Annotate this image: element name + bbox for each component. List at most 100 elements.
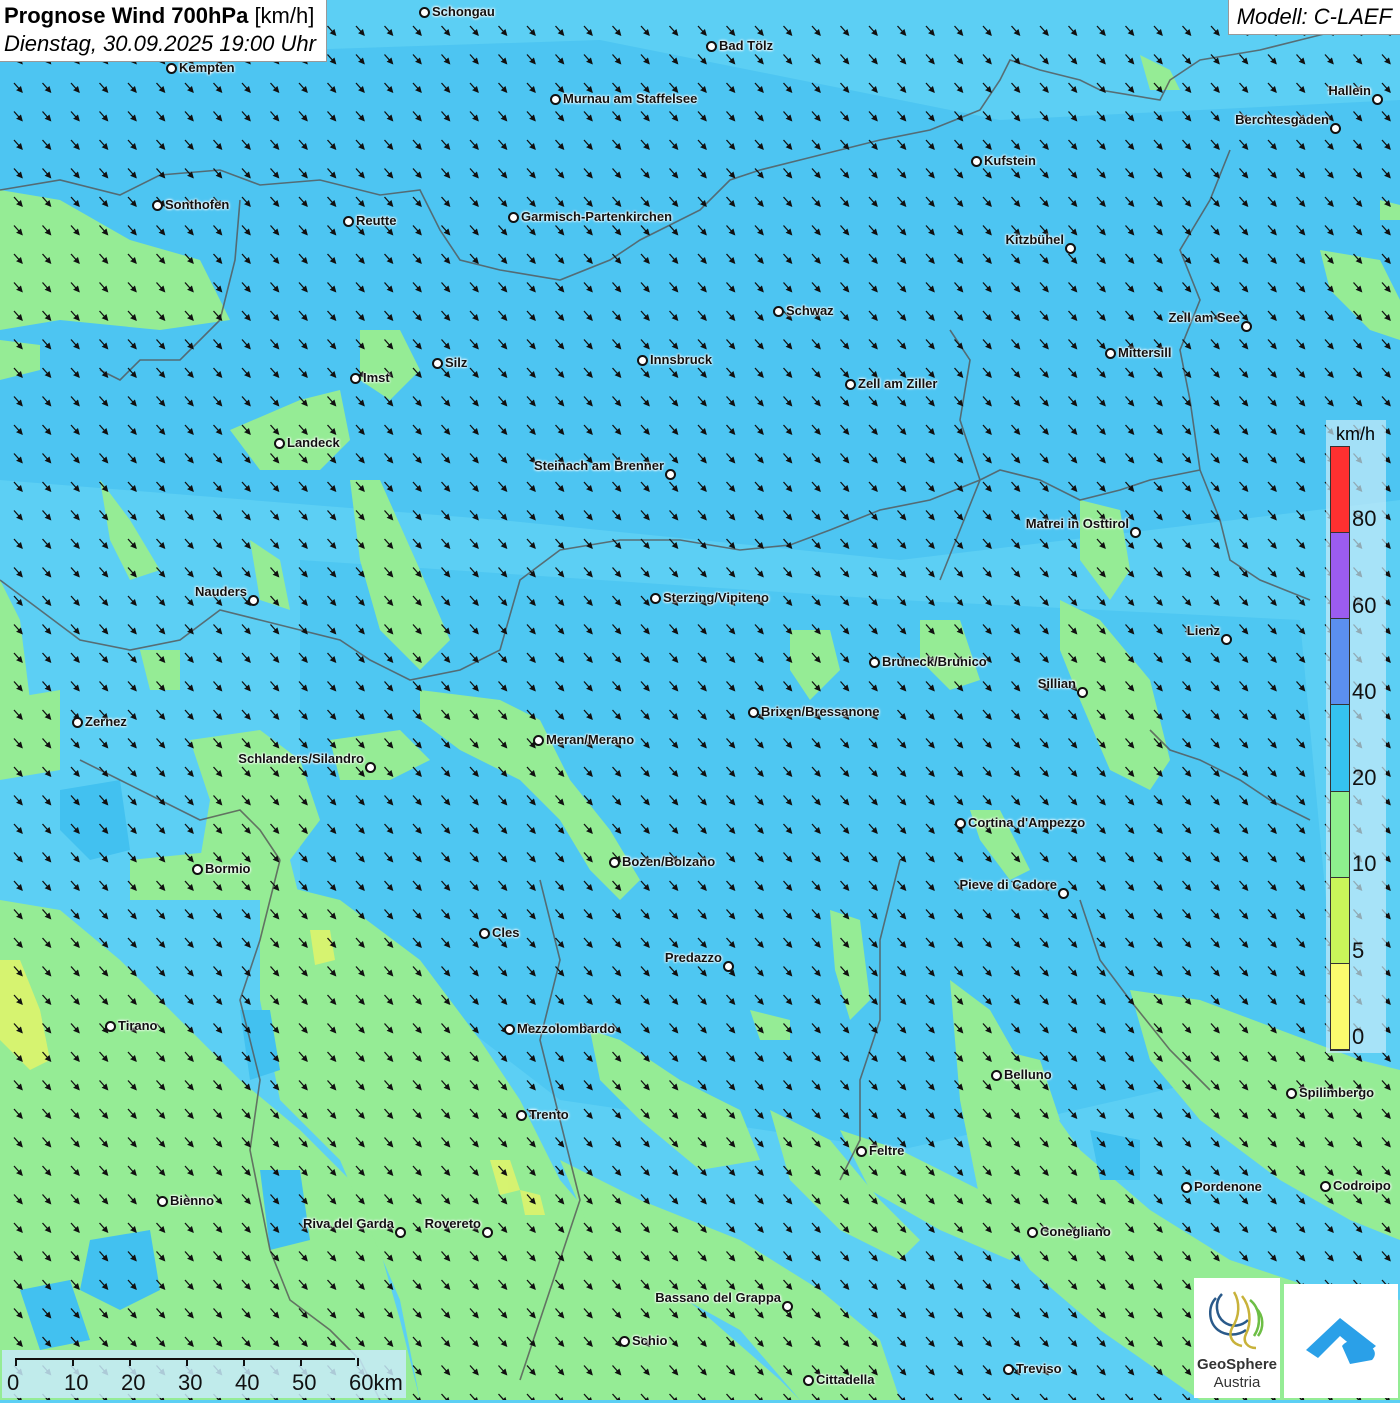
city-marker[interactable]: [855, 1145, 867, 1157]
city-marker[interactable]: [1076, 686, 1088, 698]
legend-label: 20: [1352, 765, 1377, 790]
city-label: Mezzolombardo: [517, 1021, 616, 1036]
title-box: Prognose Wind 700hPa [km/h] Dienstag, 30…: [0, 0, 327, 62]
city-label: Matrei in Osttirol: [1025, 516, 1129, 531]
city-marker[interactable]: [970, 155, 982, 167]
city-label: Imst: [363, 370, 390, 385]
city-marker[interactable]: [1057, 887, 1069, 899]
city-label: Silz: [445, 355, 468, 370]
city-marker[interactable]: [990, 1069, 1002, 1081]
city-marker[interactable]: [618, 1335, 630, 1347]
legend-swatch: [1331, 705, 1349, 792]
city-marker[interactable]: [104, 1020, 116, 1032]
city-marker[interactable]: [649, 592, 661, 604]
city-label: Hallein: [1328, 83, 1371, 98]
city-marker[interactable]: [636, 354, 648, 366]
city-label: Schlanders/Silandro: [238, 751, 364, 766]
geosphere-logo[interactable]: GeoSphere Austria: [1194, 1278, 1280, 1398]
scale-tick: [357, 1358, 359, 1366]
city-marker[interactable]: [1064, 242, 1076, 254]
city-marker[interactable]: [1319, 1180, 1331, 1192]
city-marker[interactable]: [247, 594, 259, 606]
city-marker[interactable]: [191, 863, 203, 875]
city-label: Cortina d'Ampezzo: [968, 815, 1086, 830]
city-label: Bassano del Grappa: [655, 1290, 781, 1305]
scale-label: 0: [7, 1370, 20, 1395]
city-marker[interactable]: [481, 1226, 493, 1238]
city-label: Sillian: [1037, 676, 1076, 691]
city-label: Riva del Garda: [302, 1216, 394, 1231]
city-marker[interactable]: [349, 372, 361, 384]
model-label: Modell: C-LAEF: [1227, 0, 1400, 35]
city-marker[interactable]: [664, 468, 676, 480]
scale-label: 30: [178, 1370, 203, 1395]
geosphere-country: Austria: [1213, 1374, 1261, 1391]
city-label: Pordenone: [1194, 1179, 1262, 1194]
city-marker[interactable]: [772, 305, 784, 317]
city-marker[interactable]: [868, 656, 880, 668]
city-marker[interactable]: [71, 716, 83, 728]
legend-swatch: [1331, 619, 1349, 706]
scale-tick: [15, 1358, 17, 1366]
scale-tick: [129, 1358, 131, 1366]
city-marker[interactable]: [1220, 633, 1232, 645]
city-marker[interactable]: [1104, 347, 1116, 359]
scale-label: 20: [121, 1370, 146, 1395]
city-marker[interactable]: [705, 40, 717, 52]
city-label: Innsbruck: [650, 352, 713, 367]
city-label: Zernez: [85, 714, 127, 729]
city-label: Meran/Merano: [546, 732, 635, 747]
city-marker[interactable]: [532, 734, 544, 746]
city-marker[interactable]: [1371, 93, 1383, 105]
city-marker[interactable]: [844, 378, 856, 390]
city-label: Landeck: [287, 435, 340, 450]
city-marker[interactable]: [151, 199, 163, 211]
city-label: Spilimbergo: [1299, 1085, 1375, 1100]
city-marker[interactable]: [364, 761, 376, 773]
legend-swatch: [1331, 791, 1349, 878]
city-label: Conegliano: [1040, 1224, 1111, 1239]
city-marker[interactable]: [1285, 1087, 1297, 1099]
legend-swatch: [1331, 963, 1349, 1050]
city-marker[interactable]: [722, 960, 734, 972]
city-marker[interactable]: [478, 927, 490, 939]
city-label: Schwaz: [786, 303, 834, 318]
city-label: Kempten: [179, 60, 235, 75]
city-marker[interactable]: [1240, 320, 1252, 332]
city-marker[interactable]: [1002, 1363, 1014, 1375]
city-marker[interactable]: [165, 62, 177, 74]
city-label: Garmisch-Partenkirchen: [521, 209, 673, 224]
city-label: Nauders: [194, 584, 247, 599]
city-marker[interactable]: [503, 1023, 515, 1035]
city-label: Bozen/Bolzano: [622, 854, 716, 869]
city-marker[interactable]: [394, 1226, 406, 1238]
city-marker[interactable]: [156, 1195, 168, 1207]
city-marker[interactable]: [1026, 1226, 1038, 1238]
scale-tick: [186, 1358, 188, 1366]
city-marker[interactable]: [1180, 1181, 1192, 1193]
city-marker[interactable]: [342, 215, 354, 227]
city-marker[interactable]: [1129, 526, 1141, 538]
city-marker[interactable]: [431, 357, 443, 369]
city-marker[interactable]: [418, 6, 430, 18]
city-marker[interactable]: [802, 1374, 814, 1386]
city-marker[interactable]: [515, 1109, 527, 1121]
city-marker[interactable]: [507, 211, 519, 223]
city-label: Pieve di Cadore: [959, 877, 1057, 892]
city-marker[interactable]: [273, 437, 285, 449]
city-label: Cles: [492, 925, 520, 940]
city-marker[interactable]: [608, 856, 620, 868]
legend-swatch: [1331, 447, 1349, 534]
legend-label: 80: [1352, 506, 1377, 531]
city-marker[interactable]: [781, 1300, 793, 1312]
city-marker[interactable]: [954, 817, 966, 829]
city-marker[interactable]: [549, 93, 561, 105]
legend-label: 0: [1352, 1024, 1365, 1049]
city-label: Sterzing/Vipiteno: [663, 590, 769, 605]
scale-label: 60km: [349, 1370, 403, 1395]
city-marker[interactable]: [1329, 122, 1341, 134]
city-marker[interactable]: [747, 706, 759, 718]
city-label: Zell am Ziller: [858, 376, 938, 391]
city-label: Steinach am Brenner: [533, 458, 664, 473]
weather-app-logo[interactable]: [1284, 1284, 1398, 1398]
